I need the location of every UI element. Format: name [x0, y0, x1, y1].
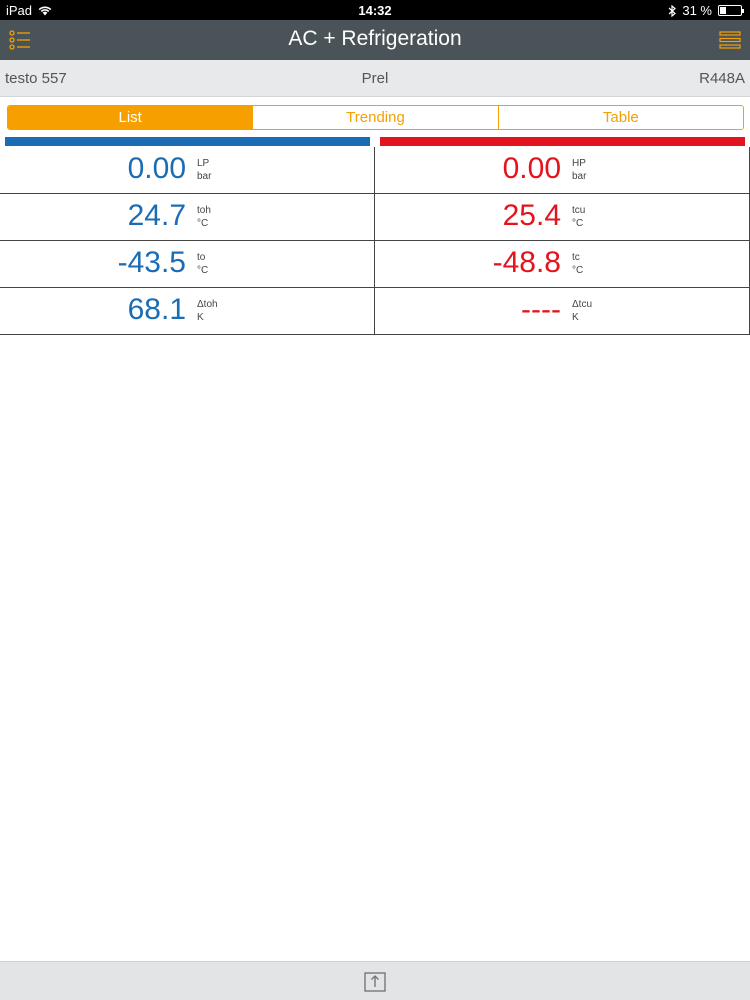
status-bar: iPad 14:32 31 % [0, 0, 750, 20]
share-upload-icon [364, 972, 386, 992]
reading-name: HP [572, 158, 586, 169]
reading-value: -48.8 [492, 246, 561, 279]
hamburger-menu-icon [719, 31, 741, 49]
reading-name: Δtcu [572, 299, 593, 310]
reading-cell-tc[interactable]: -48.8 tc °C [375, 241, 750, 287]
reading-row: 68.1 Δtoh K ---- Δtcu K [0, 288, 750, 335]
tab-table[interactable]: Table [498, 106, 743, 129]
reading-name: toh [197, 205, 211, 216]
reading-unit: K [197, 312, 204, 323]
bottom-toolbar [0, 961, 750, 1000]
reading-unit: °C [572, 265, 584, 276]
reading-unit: bar [572, 171, 587, 182]
battery-icon [718, 5, 744, 16]
hamburger-menu-button[interactable] [719, 30, 741, 50]
low-side-bar [5, 137, 370, 146]
page-title: AC + Refrigeration [288, 27, 462, 50]
reading-value: 24.7 [127, 199, 186, 232]
reading-unit: K [572, 312, 579, 323]
device-info-bar: testo 557 Prel R448A [0, 60, 750, 97]
reading-cell-lp[interactable]: 0.00 LP bar [0, 147, 375, 193]
reading-name: tcu [572, 205, 586, 216]
reading-name: Δtoh [197, 299, 218, 310]
measurement-mode: Prel [361, 70, 389, 87]
refrigerant-label[interactable]: R448A [699, 70, 745, 87]
tab-list[interactable]: List [8, 106, 254, 129]
status-time: 14:32 [358, 3, 392, 18]
reading-value: 25.4 [502, 199, 561, 232]
reading-cell-toh[interactable]: 24.7 toh °C [0, 194, 375, 240]
reading-name: LP [197, 158, 210, 169]
reading-unit: °C [197, 218, 209, 229]
view-tabs: List Trending Table [7, 105, 744, 130]
reading-cell-to[interactable]: -43.5 to °C [0, 241, 375, 287]
reading-unit: bar [197, 171, 212, 182]
reading-cell-delta-tcu[interactable]: ---- Δtcu K [375, 288, 750, 334]
reading-name: tc [572, 252, 580, 263]
navigation-bar: AC + Refrigeration [0, 20, 750, 60]
reading-cell-tcu[interactable]: 25.4 tcu °C [375, 194, 750, 240]
reading-row: 0.00 LP bar 0.00 HP bar [0, 147, 750, 194]
tab-trending[interactable]: Trending [253, 106, 499, 129]
reading-row: 24.7 toh °C 25.4 tcu °C [0, 194, 750, 241]
reading-value: 0.00 [502, 152, 561, 185]
reading-unit: °C [197, 265, 209, 276]
reading-value: ---- [521, 293, 561, 326]
reading-value: 68.1 [127, 293, 186, 326]
reading-name: to [197, 252, 206, 263]
share-button[interactable] [364, 970, 386, 992]
battery-percent: 31 % [682, 3, 712, 18]
reading-value: 0.00 [127, 152, 186, 185]
bluetooth-icon [668, 4, 677, 17]
readings-list: 0.00 LP bar 0.00 HP bar 24.7 toh °C 25.4 [0, 147, 750, 335]
high-side-bar [380, 137, 745, 146]
reading-value: -43.5 [117, 246, 186, 279]
reading-unit: °C [572, 218, 584, 229]
reading-row: -43.5 to °C -48.8 tc °C [0, 241, 750, 288]
reading-cell-delta-toh[interactable]: 68.1 Δtoh K [0, 288, 375, 334]
reading-cell-hp[interactable]: 0.00 HP bar [375, 147, 750, 193]
